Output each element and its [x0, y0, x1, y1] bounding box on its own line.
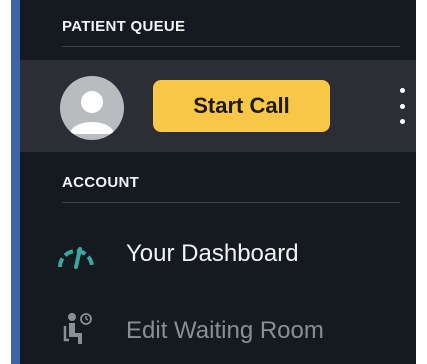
- kebab-dot: [399, 88, 405, 93]
- start-call-button[interactable]: Start Call: [153, 80, 330, 132]
- account-header: ACCOUNT: [62, 174, 140, 191]
- sidebar-panel: PATIENT QUEUE Start Call ACCOUNT Your Da…: [20, 0, 416, 364]
- menu-item-label: Edit Waiting Room: [126, 317, 324, 344]
- kebab-dot: [399, 119, 405, 124]
- app-root: PATIENT QUEUE Start Call ACCOUNT Your Da…: [0, 0, 427, 364]
- user-silhouette-icon: [70, 91, 114, 134]
- more-options-icon[interactable]: [392, 88, 412, 124]
- account-divider: [62, 202, 400, 203]
- kebab-dot: [399, 103, 405, 109]
- sidebar-accent-bar: [11, 0, 20, 364]
- menu-item-your-dashboard[interactable]: Your Dashboard: [20, 225, 416, 281]
- gauge-icon: [56, 235, 96, 271]
- patient-queue-divider: [62, 46, 400, 47]
- avatar[interactable]: [60, 76, 124, 140]
- menu-item-label: Your Dashboard: [126, 240, 299, 267]
- menu-item-edit-waiting-room[interactable]: Edit Waiting Room: [20, 302, 416, 358]
- waiting-room-icon: [56, 312, 96, 348]
- patient-queue-row: Start Call: [20, 60, 416, 152]
- patient-queue-header: PATIENT QUEUE: [62, 18, 186, 35]
